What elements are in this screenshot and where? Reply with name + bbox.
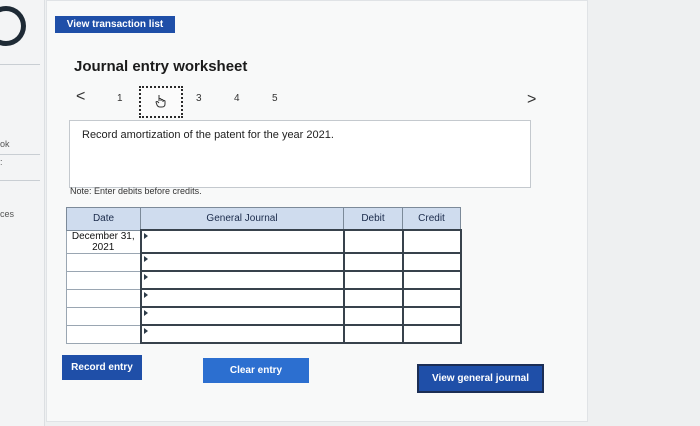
table-row (66, 288, 462, 308)
account-input[interactable] (139, 252, 345, 272)
pager-next-button[interactable]: > (527, 91, 536, 109)
dropdown-arrow-icon (143, 292, 148, 298)
table-row: December 31, 2021 (66, 229, 462, 254)
page-1[interactable]: 1 (117, 93, 123, 104)
clear-entry-button[interactable]: Clear entry (203, 358, 309, 383)
app-logo-icon (0, 6, 26, 46)
debit-input[interactable] (342, 270, 404, 290)
date-cell (66, 252, 141, 272)
sidebar-divider (0, 64, 40, 65)
hand-pointer-icon (155, 95, 166, 108)
credit-input[interactable] (401, 288, 462, 308)
table-row (66, 324, 462, 344)
sidebar-fragment-ces[interactable]: ces (0, 209, 14, 219)
general-journal-column-header: General Journal (140, 207, 344, 231)
account-input[interactable] (139, 306, 345, 326)
dropdown-arrow-icon (143, 233, 148, 239)
credit-input[interactable] (401, 229, 462, 254)
debit-input[interactable] (342, 306, 404, 326)
view-transaction-list-tab[interactable]: View transaction list (55, 16, 175, 33)
sidebar-fragment-colon[interactable]: : (0, 157, 3, 167)
date-cell: December 31, 2021 (66, 229, 141, 254)
credit-input[interactable] (401, 324, 462, 344)
date-cell (66, 306, 141, 326)
dropdown-arrow-icon (143, 328, 148, 334)
page-2-current[interactable] (139, 86, 183, 118)
date-cell (66, 270, 141, 290)
date-column-header: Date (66, 207, 141, 231)
credit-input[interactable] (401, 270, 462, 290)
credit-input[interactable] (401, 252, 462, 272)
credit-input[interactable] (401, 306, 462, 326)
table-row (66, 252, 462, 272)
dropdown-arrow-icon (143, 274, 148, 280)
account-input[interactable] (139, 270, 345, 290)
debit-input[interactable] (342, 288, 404, 308)
page-4[interactable]: 4 (234, 93, 240, 104)
page-5[interactable]: 5 (272, 93, 278, 104)
sidebar-fragment-ok[interactable]: ok (0, 139, 10, 149)
instruction-box: Record amortization of the patent for th… (69, 120, 531, 188)
account-input[interactable] (139, 324, 345, 344)
note-text: Note: Enter debits before credits. (70, 186, 202, 196)
worksheet-title: Journal entry worksheet (74, 58, 248, 75)
left-sidebar: ok : ces (0, 0, 45, 426)
credit-column-header: Credit (402, 207, 461, 231)
debit-column-header: Debit (343, 207, 403, 231)
account-input[interactable] (139, 229, 345, 254)
date-cell (66, 324, 141, 344)
pager-prev-button[interactable]: < (76, 88, 85, 106)
instruction-text: Record amortization of the patent for th… (82, 129, 334, 141)
table-row (66, 306, 462, 326)
sidebar-divider (0, 154, 40, 155)
table-row (66, 270, 462, 290)
debit-input[interactable] (342, 229, 404, 254)
page-3[interactable]: 3 (196, 93, 202, 104)
account-input[interactable] (139, 288, 345, 308)
view-general-journal-button[interactable]: View general journal (417, 364, 544, 393)
debit-input[interactable] (342, 324, 404, 344)
dropdown-arrow-icon (143, 256, 148, 262)
record-entry-button[interactable]: Record entry (62, 355, 142, 380)
date-cell (66, 288, 141, 308)
journal-table: Date General Journal Debit Credit Decemb… (66, 207, 462, 344)
dropdown-arrow-icon (143, 310, 148, 316)
sidebar-divider (0, 180, 40, 181)
debit-input[interactable] (342, 252, 404, 272)
